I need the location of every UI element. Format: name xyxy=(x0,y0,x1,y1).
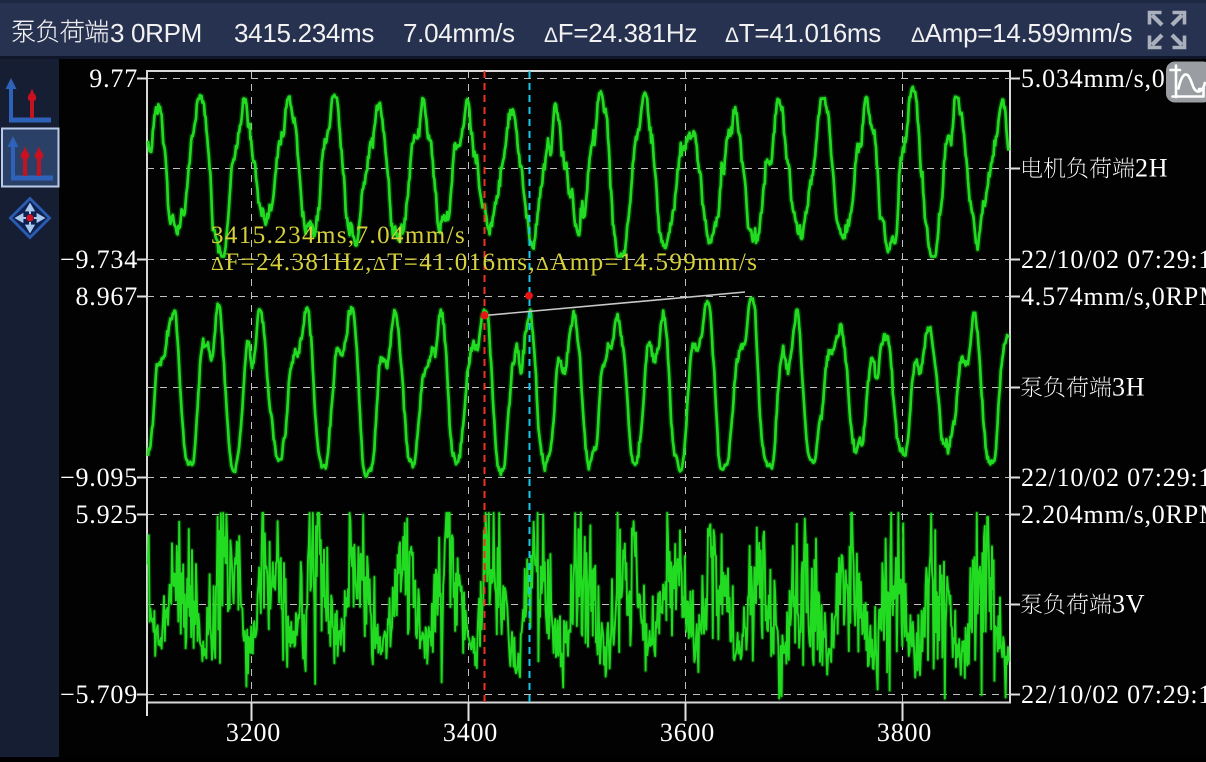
svg-text:ΔT=41.016ms: ΔT=41.016ms xyxy=(725,18,881,48)
svg-text:3H: 3H xyxy=(1112,373,1145,402)
svg-text:3800: 3800 xyxy=(877,718,932,747)
svg-text:ΔAmp=14.599mm/s: ΔAmp=14.599mm/s xyxy=(911,18,1133,48)
svg-text:3400: 3400 xyxy=(443,718,498,747)
svg-text:−9.095: −9.095 xyxy=(60,463,138,492)
svg-text:5.925: 5.925 xyxy=(76,500,139,529)
svg-text:3V: 3V xyxy=(1112,590,1145,619)
svg-text:ΔF=24.381Hz: ΔF=24.381Hz xyxy=(544,18,697,48)
svg-text:−9.734: −9.734 xyxy=(60,245,138,274)
svg-text:3415.234ms,7.04mm/s: 3415.234ms,7.04mm/s xyxy=(211,222,466,249)
svg-text:8.967: 8.967 xyxy=(76,282,139,311)
svg-text:9.77: 9.77 xyxy=(89,64,138,93)
svg-text:2.204mm/s,0RPM: 2.204mm/s,0RPM xyxy=(1021,500,1206,529)
svg-text:−5.709: −5.709 xyxy=(60,680,138,709)
svg-text:0RPM: 0RPM xyxy=(131,18,202,48)
svg-text:3415.234ms: 3415.234ms xyxy=(234,18,374,48)
svg-text:22/10/02 07:29:16: 22/10/02 07:29:16 xyxy=(1021,463,1206,492)
svg-text:3200: 3200 xyxy=(226,718,281,747)
svg-text:4.574mm/s,0RPM: 4.574mm/s,0RPM xyxy=(1021,282,1206,311)
svg-text:3600: 3600 xyxy=(660,718,715,747)
svg-text:ΔF=24.381Hz,ΔT=41.016ms,ΔAmp=1: ΔF=24.381Hz,ΔT=41.016ms,ΔAmp=14.599mm/s xyxy=(211,249,758,276)
svg-text:7.04mm/s: 7.04mm/s xyxy=(403,18,515,48)
svg-text:22/10/02 07:29:16: 22/10/02 07:29:16 xyxy=(1021,680,1206,709)
svg-text:2H: 2H xyxy=(1135,154,1168,183)
svg-text:3: 3 xyxy=(110,18,124,48)
svg-text:22/10/02 07:29:16: 22/10/02 07:29:16 xyxy=(1021,245,1206,274)
